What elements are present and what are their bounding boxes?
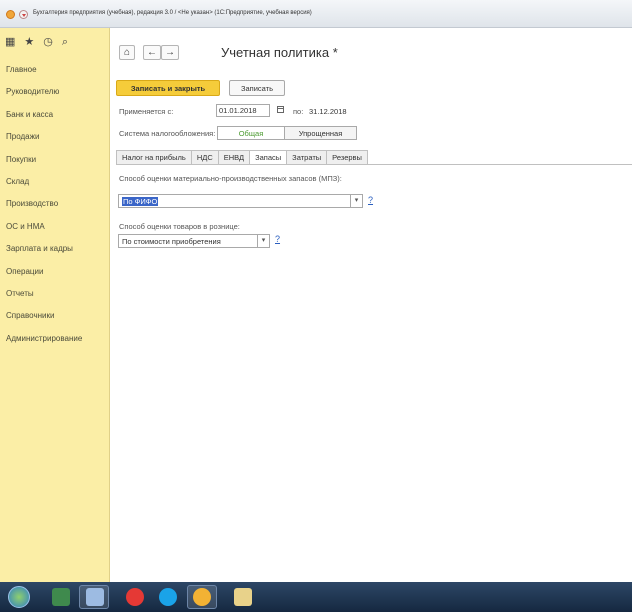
app-icon[interactable] — [52, 588, 70, 606]
tax-system-option-simplified[interactable]: Упрощенная — [284, 126, 357, 140]
sidebar-item-references[interactable]: Справочники — [6, 310, 82, 332]
window-title: Бухгалтерия предприятия (учебная), редак… — [33, 10, 312, 16]
retail-method-select[interactable]: По стоимости приобретения ▾ — [118, 234, 270, 248]
arrow-left-icon: ← — [147, 47, 157, 58]
tab-divider — [116, 164, 632, 165]
retail-method-value: По стоимости приобретения — [122, 237, 221, 246]
tab-envd[interactable]: ЕНВД — [217, 150, 250, 165]
save-and-close-button[interactable]: Записать и закрыть — [116, 80, 220, 96]
form-area: ⌂ ← → Учетная политика * Записать и закр… — [110, 28, 632, 582]
mpz-method-select[interactable]: По ФИФО ▾ — [118, 194, 363, 208]
home-button[interactable]: ⌂ — [119, 45, 135, 60]
sidebar-item-assets[interactable]: ОС и НМА — [6, 221, 82, 243]
window-titlebar: Бухгалтерия предприятия (учебная), редак… — [0, 0, 632, 28]
tab-costs[interactable]: Затраты — [286, 150, 327, 165]
search-icon[interactable]: ⌕ — [62, 36, 68, 48]
to-date-value: 31.12.2018 — [309, 107, 347, 116]
mpz-method-label: Способ оценки материально-производственн… — [119, 174, 342, 183]
mpz-help-link[interactable]: ? — [368, 195, 373, 205]
chevron-down-icon[interactable] — [19, 10, 28, 19]
word-icon[interactable] — [86, 588, 104, 606]
tab-reserves[interactable]: Резервы — [326, 150, 368, 165]
sidebar-item-bank[interactable]: Банк и касса — [6, 109, 82, 131]
skype-icon[interactable] — [159, 588, 177, 606]
tax-system-label: Система налогообложения: — [119, 129, 216, 138]
back-button[interactable]: ← — [143, 45, 161, 60]
tab-income-tax[interactable]: Налог на прибыль — [116, 150, 191, 165]
1c-icon[interactable] — [193, 588, 211, 606]
sidebar: ▦ ★ ◷ ⌕ Главное Руководителю Банк и касс… — [0, 28, 110, 582]
taskbar — [0, 582, 632, 612]
home-icon: ⌂ — [123, 47, 131, 58]
tax-system-option-general[interactable]: Общая — [217, 126, 285, 140]
sidebar-item-reports[interactable]: Отчеты — [6, 288, 82, 310]
sidebar-item-sales[interactable]: Продажи — [6, 131, 82, 153]
save-button[interactable]: Записать — [229, 80, 285, 96]
retail-method-label: Способ оценки товаров в рознице: — [119, 222, 240, 231]
dropdown-arrow-icon[interactable]: ▾ — [350, 195, 362, 207]
sidebar-item-management[interactable]: Руководителю — [6, 86, 82, 108]
sidebar-item-operations[interactable]: Операции — [6, 266, 82, 288]
windows-start-icon[interactable] — [8, 586, 30, 608]
page-title: Учетная политика * — [221, 45, 338, 60]
tab-vat[interactable]: НДС — [190, 150, 218, 165]
sidebar-item-administration[interactable]: Администрирование — [6, 333, 82, 355]
sidebar-item-main[interactable]: Главное — [6, 64, 82, 86]
sidebar-item-warehouse[interactable]: Склад — [6, 176, 82, 198]
tab-bar: Налог на прибыль НДС ЕНВД Запасы Затраты… — [116, 150, 368, 165]
yandex-browser-icon[interactable] — [126, 588, 144, 606]
arrow-right-icon: → — [165, 47, 175, 58]
applies-from-label: Применяется с: — [119, 107, 174, 116]
sidebar-item-purchases[interactable]: Покупки — [6, 154, 82, 176]
history-icon[interactable]: ◷ — [43, 36, 53, 48]
to-label: по: — [293, 107, 304, 116]
sidebar-item-production[interactable]: Производство — [6, 198, 82, 220]
sidebar-nav: Главное Руководителю Банк и касса Продаж… — [6, 64, 82, 355]
dropdown-arrow-icon[interactable]: ▾ — [257, 235, 269, 247]
retail-help-link[interactable]: ? — [275, 234, 280, 244]
file-manager-icon[interactable] — [234, 588, 252, 606]
mpz-method-value: По ФИФО — [122, 197, 159, 206]
sidebar-item-payroll[interactable]: Зарплата и кадры — [6, 243, 82, 265]
tab-inventory[interactable]: Запасы — [249, 150, 287, 165]
forward-button[interactable]: → — [161, 45, 179, 60]
sidebar-toolbar: ▦ ★ ◷ ⌕ — [5, 36, 68, 48]
apps-grid-icon[interactable]: ▦ — [5, 36, 15, 48]
1c-logo-icon — [6, 10, 15, 19]
calendar-icon[interactable] — [277, 106, 284, 113]
applies-from-field[interactable]: 01.01.2018 — [216, 104, 270, 117]
star-icon[interactable]: ★ — [24, 36, 34, 48]
